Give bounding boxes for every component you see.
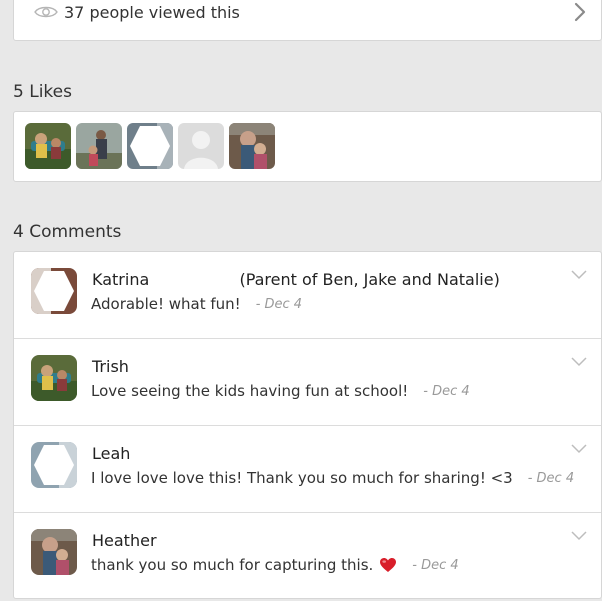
comment-date: - Dec 4 [423, 383, 470, 399]
likes-avatar-row [25, 123, 275, 169]
comment-date: - Dec 4 [527, 470, 575, 486]
chevron-down-icon[interactable] [571, 444, 587, 454]
default-user-avatar[interactable] [178, 123, 224, 169]
user-placeholder-avatar[interactable] [31, 268, 77, 314]
comment-body: thank you so much for capturing this. - … [91, 556, 459, 574]
comment-text: Adorable! what fun! [91, 295, 241, 313]
user-placeholder-avatar[interactable] [127, 123, 173, 169]
comment-body: Love seeing the kids having fun at schoo… [91, 382, 470, 400]
user-photo-avatar[interactable] [229, 123, 275, 169]
views-count-text: 37 people viewed this [64, 2, 240, 22]
user-placeholder-avatar[interactable] [31, 442, 77, 488]
author-name: Katrina [92, 270, 150, 289]
comment-item: Trish Love seeing the kids having fun at… [14, 339, 601, 426]
comments-card: Katrina (Parent of Ben, Jake and Natalie… [13, 251, 602, 599]
chevron-down-icon[interactable] [571, 357, 587, 367]
user-photo-avatar[interactable] [31, 529, 77, 575]
comments-title: 4 Comments [13, 222, 122, 242]
likes-title: 5 Likes [13, 82, 72, 102]
comment-text: thank you so much for capturing this. [91, 556, 374, 574]
comment-text: I love love love this! Thank you so much… [91, 469, 513, 487]
chevron-right-icon[interactable] [573, 2, 587, 22]
comment-item: Katrina (Parent of Ben, Jake and Natalie… [14, 252, 601, 339]
comment-item: Leah I love love love this! Thank you so… [14, 426, 601, 513]
user-photo-avatar[interactable] [31, 355, 77, 401]
comment-author: Heather [92, 531, 157, 550]
comment-body: Adorable! what fun! - Dec 4 [91, 295, 302, 313]
comment-date: - Dec 4 [412, 557, 459, 573]
comment-author: Katrina (Parent of Ben, Jake and Natalie… [92, 270, 500, 289]
views-card[interactable]: 37 people viewed this [13, 0, 602, 41]
chevron-down-icon[interactable] [571, 270, 587, 280]
views-row: 37 people viewed this [34, 1, 240, 23]
heart-emoji-icon [380, 558, 397, 572]
eye-icon [34, 6, 58, 18]
user-photo-avatar[interactable] [25, 123, 71, 169]
likes-card [13, 111, 602, 182]
comment-item: Heather thank you so much for capturing … [14, 513, 601, 600]
comment-body: I love love love this! Thank you so much… [91, 469, 574, 487]
comment-author: Leah [92, 444, 131, 463]
comment-author: Trish [92, 357, 129, 376]
user-photo-avatar[interactable] [76, 123, 122, 169]
comment-text: Love seeing the kids having fun at schoo… [91, 382, 409, 400]
chevron-down-icon[interactable] [571, 531, 587, 541]
author-parent-note: (Parent of Ben, Jake and Natalie) [239, 270, 500, 289]
comment-date: - Dec 4 [255, 296, 303, 312]
